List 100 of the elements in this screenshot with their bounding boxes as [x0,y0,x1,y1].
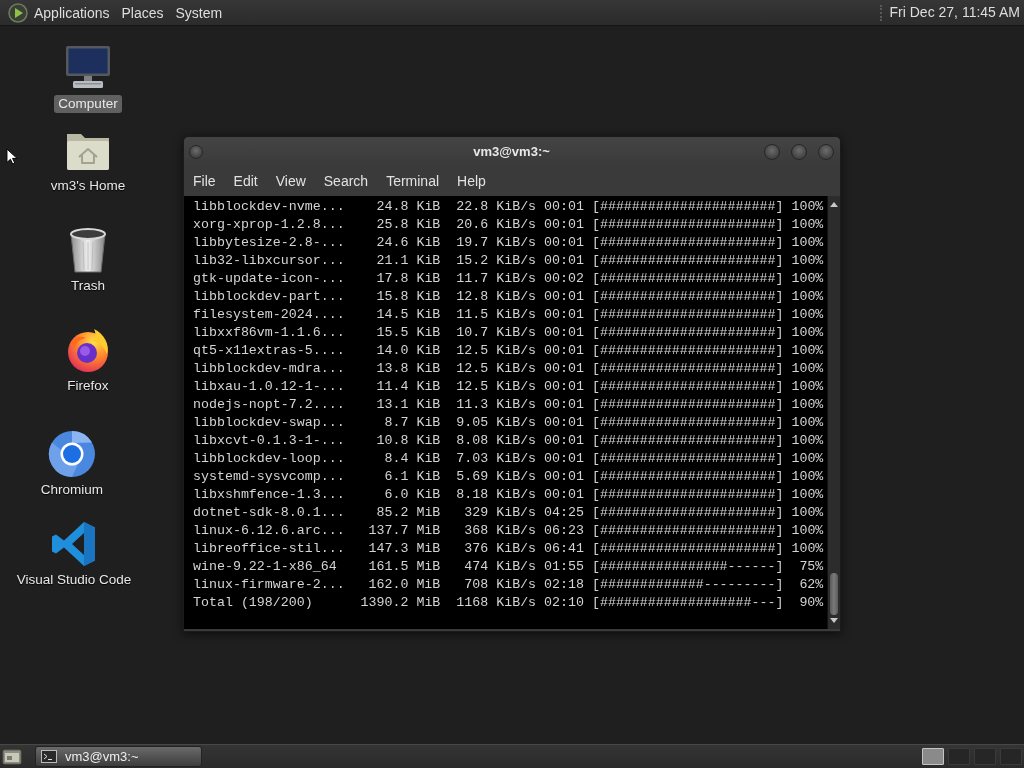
icon-label[interactable]: Firefox [63,377,113,395]
panel-menu[interactable]: Applications [28,2,116,23]
menu-item[interactable]: Terminal [377,171,449,191]
package-name: Total (198/200) [193,594,313,612]
transfer-rate: 5.69 KiB/s [456,468,537,486]
progress-text: [######################] [591,198,784,216]
percent-text: 100% [791,522,824,540]
scroll-down-arrow-icon[interactable] [829,617,839,624]
transfer-rate: 708 KiB/s [464,576,537,594]
scrollbar-thumb[interactable] [830,573,838,615]
package-size: 21.1 KiB [376,252,441,270]
package-name: libreoffice-stil... [193,540,345,558]
progress-text: [######################] [591,324,784,342]
play-logo-icon[interactable] [8,2,28,23]
package-size: 137.7 MiB [368,522,441,540]
package-size: 147.3 MiB [368,540,441,558]
icon-label[interactable]: vm3's Home [46,177,130,195]
progress-text: [######################] [591,342,784,360]
ribbon-logo-icon[interactable] [50,520,98,568]
time-remaining: 00:01 [544,342,584,360]
transfer-rate: 11.3 KiB/s [456,396,537,414]
panel-menu[interactable]: Places [115,2,170,23]
menu-item[interactable]: File [184,171,225,191]
progress-text: [######################] [591,540,784,558]
progress-text: [######################] [591,288,784,306]
maximize-button[interactable] [791,143,807,160]
progress-text: [######################] [591,396,784,414]
icon-label[interactable]: Trash [67,277,109,295]
transfer-rate: 368 KiB/s [464,522,537,540]
percent-text: 100% [791,432,824,450]
package-name: systemd-sysvcomp... [193,468,345,486]
package-size: 14.0 KiB [376,342,441,360]
package-name: libblockdev-mdra... [193,360,345,378]
time-remaining: 00:01 [544,378,584,396]
progress-text: [######################] [591,270,784,288]
time-remaining: 00:01 [544,486,584,504]
transfer-rate: 15.2 KiB/s [456,252,537,270]
package-name: linux-firmware-2... [193,576,345,594]
icon-label[interactable]: Visual Studio Code [12,571,136,589]
transfer-rate: 19.7 KiB/s [456,234,537,252]
package-size: 17.8 KiB [376,270,441,288]
time-remaining: 00:01 [544,288,584,306]
package-size: 24.8 KiB [376,198,441,216]
percent-text: 62% [799,576,824,594]
progress-text: [######################] [591,504,784,522]
package-size: 14.5 KiB [376,306,441,324]
package-name: linux-6.12.6.arc... [193,522,345,540]
window-title: vm3@vm3:~ [473,142,550,161]
package-size: 6.0 KiB [384,486,441,504]
transfer-rate: 22.8 KiB/s [456,198,537,216]
menu-item[interactable]: View [266,171,315,191]
percent-text: 100% [791,252,824,270]
package-size: 6.1 KiB [384,468,441,486]
window-menu-button[interactable] [189,144,203,159]
time-remaining: 04:25 [544,504,584,522]
percent-text: 100% [791,486,824,504]
percent-text: 75% [799,558,824,576]
menu-item[interactable]: Help [448,171,495,191]
transfer-rate: 8.18 KiB/s [456,486,537,504]
percent-text: 100% [791,396,824,414]
time-remaining: 00:01 [544,306,584,324]
package-name: qt5-x11extras-5.... [193,342,345,360]
package-name: lib32-libxcursor... [193,252,345,270]
package-name: libblockdev-swap... [193,414,345,432]
menu-item[interactable]: Search [314,171,378,191]
icon-label[interactable]: Computer [54,95,122,113]
package-name: gtk-update-icon-... [193,270,345,288]
icon-label[interactable]: Chromium [36,481,108,499]
package-name: libblockdev-nvme... [193,198,345,216]
package-name: libxcvt-0.1.3-1-... [193,432,345,450]
package-size: 8.7 KiB [384,414,441,432]
scrollbar-track[interactable] [827,196,840,629]
clock[interactable]: Fri Dec 27, 11:45 AM [889,2,1020,23]
package-size: 13.8 KiB [376,360,441,378]
percent-text: 100% [791,288,824,306]
package-name: nodejs-nopt-7.2.... [193,396,345,414]
package-size: 85.2 MiB [376,504,441,522]
progress-text: [######################] [591,360,784,378]
time-remaining: 00:01 [544,198,584,216]
minimize-button[interactable] [764,143,780,160]
close-button[interactable] [818,143,834,160]
taskbar-button[interactable]: vm3@vm3:~ [35,746,202,767]
package-name: libxxf86vm-1.1.6... [193,324,345,342]
package-name: libblockdev-part... [193,288,345,306]
package-size: 161.5 MiB [368,558,441,576]
progress-text: [######################] [591,486,784,504]
progress-text: [######################] [591,252,784,270]
show-desktop-icon[interactable] [2,746,22,767]
time-remaining: 00:01 [544,360,584,378]
package-size: 10.8 KiB [376,432,441,450]
transfer-rate: 9.05 KiB/s [456,414,537,432]
ring-circle-icon[interactable] [48,430,96,478]
percent-text: 90% [799,594,824,612]
time-remaining: 06:23 [544,522,584,540]
menu-item[interactable]: Edit [224,171,267,191]
package-name: libxau-1.0.12-1-... [193,378,345,396]
percent-text: 100% [791,378,824,396]
percent-text: 100% [791,450,824,468]
scroll-up-arrow-icon[interactable] [829,201,839,208]
panel-menu[interactable]: System [169,2,229,23]
